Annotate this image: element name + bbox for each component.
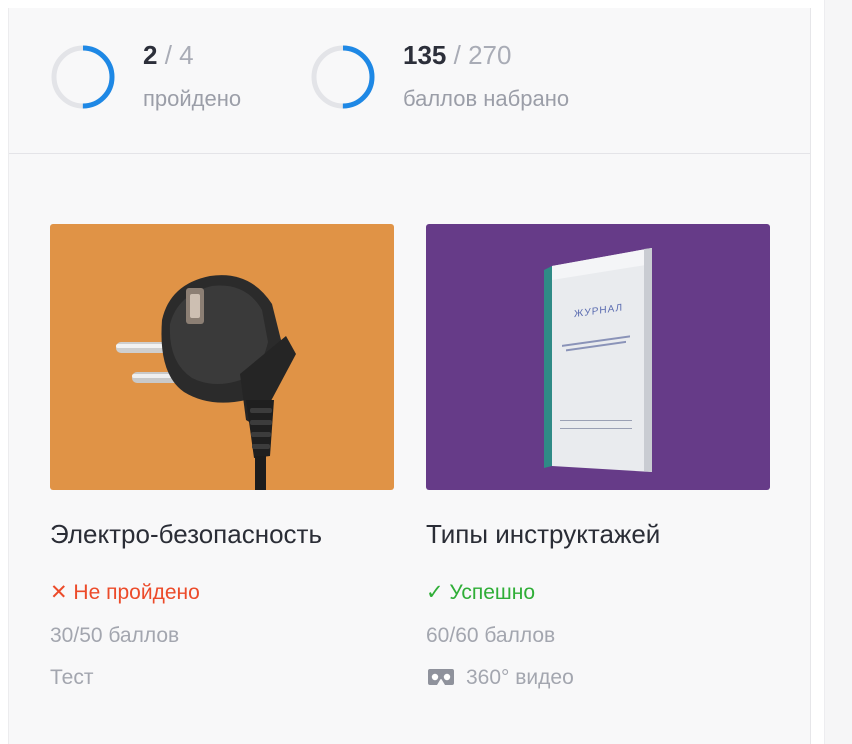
progress-summary: 2 / 4 пройдено 135 / 270 баллов набрано — [9, 8, 810, 154]
passed-count: 2 / 4 — [143, 40, 194, 71]
passed-total: 4 — [179, 40, 194, 70]
passed-caption: пройдено — [143, 86, 242, 111]
points-count: 135 / 270 — [403, 40, 511, 71]
course-thumbnail-journal[interactable]: ЖУРНАЛ — [426, 224, 770, 490]
points-total: 270 — [468, 40, 512, 70]
points-done: 135 — [403, 40, 447, 70]
course-status-success: ✓ Успешно — [426, 581, 536, 604]
vr-headset-icon — [428, 669, 454, 685]
course-type: Тест — [50, 666, 93, 690]
course-progress-panel: 2 / 4 пройдено 135 / 270 баллов набрано — [8, 8, 811, 744]
course-points: 30/50 баллов — [50, 624, 180, 647]
course-thumbnail-plug[interactable] — [50, 224, 394, 490]
passed-separator: / — [157, 40, 180, 70]
course-title[interactable]: Типы инструктажей — [426, 519, 660, 550]
course-type-label: 360° видео — [466, 666, 574, 689]
course-type-label: Тест — [50, 666, 94, 689]
course-card-electrical-safety[interactable]: Электро-безопасность ✕ Не пройдено 30/50… — [50, 224, 394, 689]
course-type: 360° видео — [426, 666, 574, 690]
points-separator: / — [446, 40, 469, 70]
points-progress-ring — [311, 45, 375, 109]
course-title[interactable]: Электро-безопасность — [50, 519, 322, 550]
course-card-briefing-types[interactable]: ЖУРНАЛ Типы инструктажей ✓ Успешно 60/60… — [426, 224, 770, 689]
points-caption: баллов набрано — [403, 86, 570, 111]
power-plug-icon — [116, 275, 296, 490]
right-column — [824, 0, 852, 744]
journal-book-icon: ЖУРНАЛ — [544, 248, 652, 472]
course-status-failed: ✕ Не пройдено — [50, 581, 200, 604]
passed-done: 2 — [143, 40, 158, 70]
page: 2 / 4 пройдено 135 / 270 баллов набрано — [0, 0, 852, 744]
course-points: 60/60 баллов — [426, 624, 556, 647]
passed-progress-ring — [51, 45, 115, 109]
